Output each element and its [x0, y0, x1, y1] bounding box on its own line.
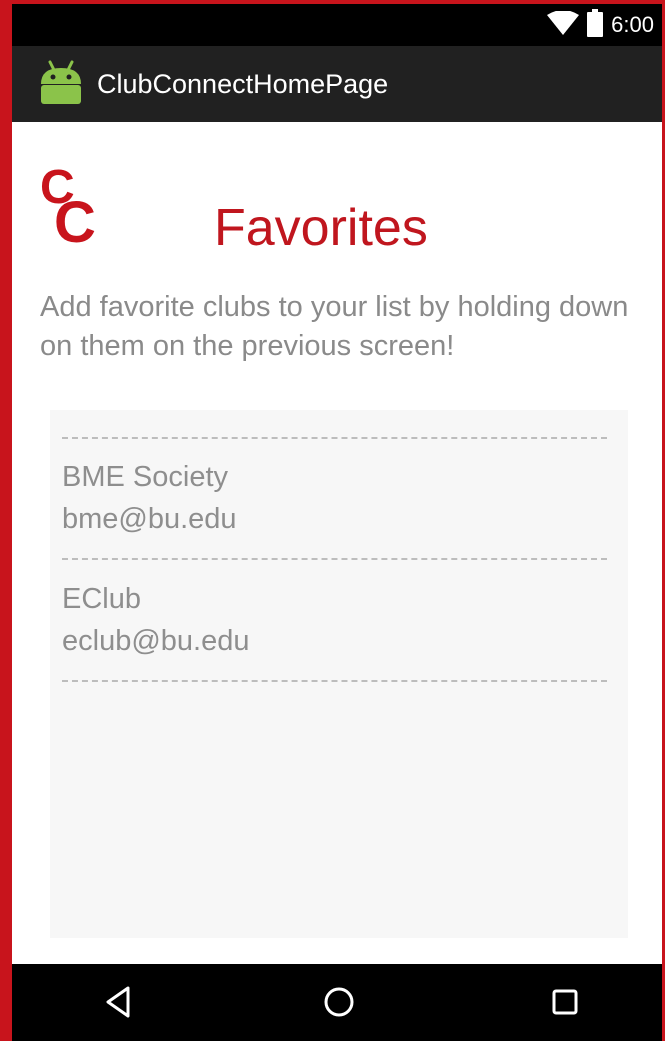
list-divider [62, 437, 607, 439]
favorites-list[interactable]: BME Society bme@bu.edu EClub eclub@bu.ed… [50, 410, 628, 938]
club-email: eclub@bu.edu [62, 625, 250, 657]
back-icon[interactable] [102, 984, 134, 1025]
favorites-screen: C C Favorites Add favorite clubs to your… [12, 122, 662, 964]
battery-icon [587, 8, 604, 42]
list-divider [62, 680, 607, 682]
page-title: Favorites [214, 199, 428, 257]
instructions-text: Add favorite clubs to your list by holdi… [40, 291, 629, 362]
navigation-bar [12, 964, 662, 1041]
club-email: bme@bu.edu [62, 503, 237, 535]
logo-letter-2: C [54, 190, 96, 255]
status-icons: 6:00 [547, 4, 654, 46]
app-bar: ClubConnectHomePage [12, 46, 662, 122]
list-item[interactable]: EClub eclub@bu.edu [62, 578, 602, 662]
wifi-icon [547, 9, 580, 40]
cc-logo: C C [40, 164, 110, 254]
club-name: BME Society [62, 461, 228, 493]
list-divider [62, 558, 607, 560]
window-border-left [0, 0, 12, 1041]
home-icon[interactable] [321, 984, 357, 1025]
app-title: ClubConnectHomePage [97, 69, 389, 99]
recents-icon[interactable] [548, 984, 582, 1025]
status-bar: 6:00 [12, 4, 662, 46]
status-time: 6:00 [611, 12, 654, 37]
android-icon [38, 60, 84, 109]
list-item[interactable]: BME Society bme@bu.edu [62, 456, 602, 540]
club-name: EClub [62, 583, 141, 615]
